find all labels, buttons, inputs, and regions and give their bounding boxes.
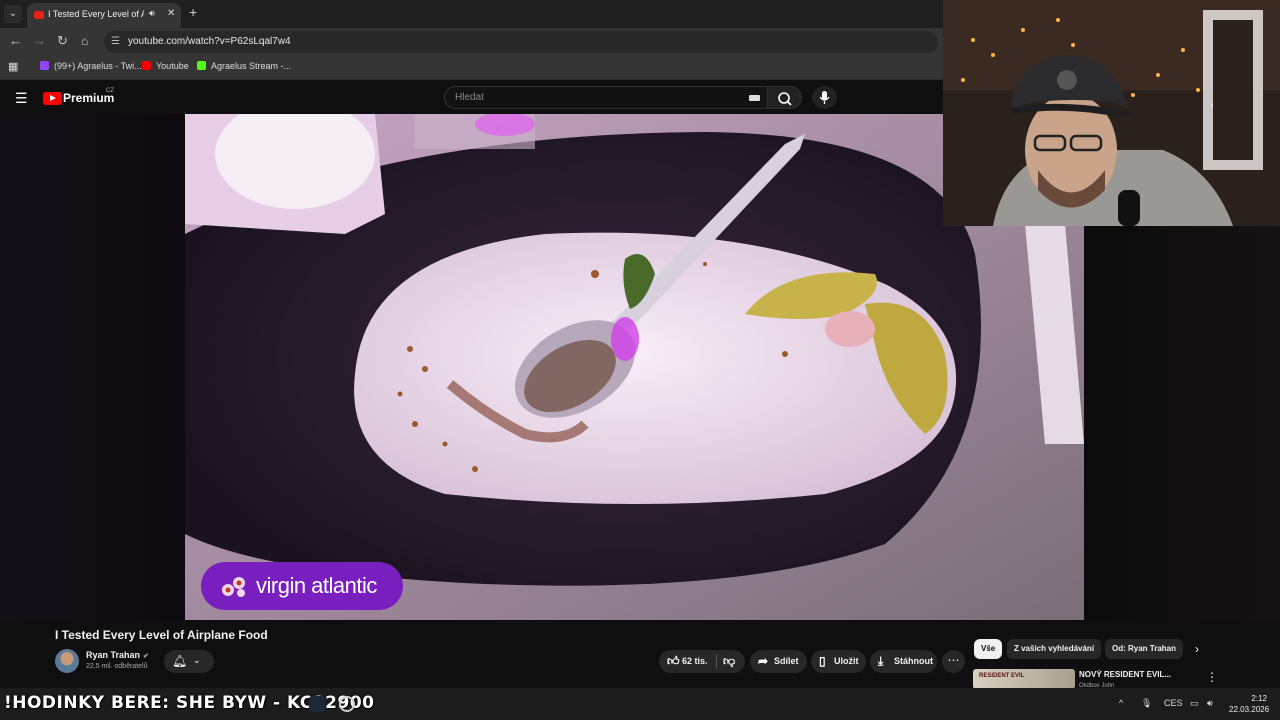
youtube-logo-icon[interactable]: [43, 92, 62, 105]
chip-all[interactable]: Vše: [974, 639, 1003, 659]
channel-name[interactable]: Ryan Trahan ✔: [86, 650, 149, 660]
virgin-atlantic-badge: virgin atlantic: [201, 562, 403, 610]
apps-grid-icon[interactable]: ▦: [8, 60, 18, 73]
forward-arrow-icon[interactable]: →: [33, 34, 46, 48]
search-input[interactable]: Hledat: [444, 86, 768, 109]
url-text[interactable]: youtube.com/watch?v=P62sLqal7w4: [128, 36, 291, 47]
chevron-right-icon[interactable]: ›: [1195, 642, 1199, 656]
divider: [716, 654, 717, 669]
tab-title: I Tested Every Level of Airpl: [48, 9, 144, 19]
youtube-favicon-icon: [34, 11, 44, 19]
browser-tab[interactable]: I Tested Every Level of Airpl 🔊︎ ✕: [27, 3, 181, 28]
keyboard-icon[interactable]: [749, 95, 760, 101]
more-vertical-icon[interactable]: ⋮: [1206, 670, 1218, 684]
like-button[interactable]: 👍︎ 62 tis. 👎︎: [659, 650, 745, 673]
speaker-icon[interactable]: 🔊︎: [149, 8, 155, 19]
share-label: Sdílet: [774, 656, 799, 666]
youtube-icon: [142, 61, 151, 70]
thumbs-up-icon: 👍︎: [667, 654, 680, 668]
address-bar[interactable]: ☰ youtube.com/watch?v=P62sLqal7w4: [104, 31, 938, 53]
download-button[interactable]: ⤓ Stáhnout: [870, 650, 937, 673]
steam-icon[interactable]: [309, 696, 325, 712]
microphone-tray-icon[interactable]: 🎙︎: [1141, 698, 1152, 709]
search-placeholder: Hledat: [455, 92, 484, 103]
language-indicator[interactable]: CES: [1164, 698, 1183, 708]
region-code: CZ: [106, 88, 114, 94]
bell-icon: 🔔︎: [172, 654, 188, 668]
tray-chevron-up-icon[interactable]: ^: [1119, 698, 1123, 708]
app-icon[interactable]: [339, 696, 355, 712]
voice-search-button[interactable]: [812, 86, 837, 109]
close-icon[interactable]: ✕: [167, 8, 175, 19]
search-button[interactable]: [768, 86, 802, 109]
bookmark-icon: ▯: [819, 654, 826, 668]
thumbnail-text: RESIDENT EVIL: [979, 673, 1025, 679]
dislike-button[interactable]: 👎︎: [723, 654, 735, 669]
brand-overlay-text: virgin atlantic: [256, 573, 377, 598]
chevron-down-icon: ⌄: [193, 655, 201, 665]
reload-icon[interactable]: ↻: [57, 34, 68, 48]
notification-bell-button[interactable]: 🔔︎ ⌄: [164, 650, 214, 673]
home-icon[interactable]: ⌂: [81, 34, 88, 48]
share-button[interactable]: ➦ Sdílet: [750, 650, 807, 673]
like-count: 62 tis.: [682, 656, 708, 666]
youtube-masthead: ☰ Premium CZ Hledat: [0, 81, 944, 114]
save-label: Uložit: [834, 656, 859, 666]
clock-time: 2:12: [1251, 694, 1267, 703]
save-button[interactable]: ▯ Uložit: [811, 650, 866, 673]
volume-icon[interactable]: 🔊︎: [1207, 698, 1213, 709]
new-tab-icon[interactable]: +: [189, 5, 197, 19]
chip-from-channel[interactable]: Od: Ryan Trahan: [1105, 639, 1184, 659]
webcam-image: [943, 0, 1280, 226]
download-label: Stáhnout: [894, 656, 933, 666]
site-settings-icon[interactable]: ☰: [111, 36, 120, 47]
bookmark-twitch[interactable]: (99+) Agraelus - Twi...: [40, 61, 142, 71]
subscriber-count: 22,5 mil. odběratelů: [86, 663, 148, 670]
clock-date: 22.03.2026: [1229, 705, 1270, 714]
bookmark-kick[interactable]: Agraelus Stream -...: [197, 61, 291, 71]
download-icon: ⤓: [878, 654, 884, 668]
bookmark-label: (99+) Agraelus - Twi...: [54, 61, 142, 71]
search-icon: [778, 92, 792, 106]
recommendation-title[interactable]: NOVÝ RESIDENT EVIL...: [1079, 670, 1171, 679]
twitch-icon: [40, 61, 49, 70]
kick-icon: [197, 61, 206, 70]
bookmark-youtube[interactable]: Youtube: [142, 61, 189, 71]
channel-avatar[interactable]: [55, 649, 79, 673]
bookmark-label: Youtube: [156, 61, 189, 71]
browser-toolbar: ← → ↻ ⌂ ☰ youtube.com/watch?v=P62sLqal7w…: [0, 28, 944, 56]
network-icon[interactable]: ▭: [1190, 698, 1199, 709]
video-title: I Tested Every Level of Airplane Food: [55, 628, 268, 642]
system-clock[interactable]: 2:12 22.03.2026: [1229, 693, 1270, 715]
bookmark-label: Agraelus Stream -...: [211, 61, 292, 71]
browser-tab-bar: ⌄ I Tested Every Level of Airpl 🔊︎ ✕ +: [0, 0, 944, 28]
more-actions-icon[interactable]: ⋯: [942, 650, 965, 673]
bookmarks-bar: ▦ (99+) Agraelus - Twi... Youtube Agrael…: [0, 56, 944, 80]
recommendation-thumbnail[interactable]: RESIDENT EVIL: [973, 669, 1075, 689]
back-arrow-icon[interactable]: ←: [9, 34, 22, 48]
chip-from-searches[interactable]: Z vašich vyhledávání: [1007, 639, 1102, 659]
menu-icon[interactable]: ☰: [15, 90, 28, 107]
microphone-icon: [819, 91, 830, 104]
channel-name-text[interactable]: Ryan Trahan: [86, 650, 140, 660]
share-icon: ➦: [758, 654, 769, 668]
streamer-webcam: [943, 0, 1280, 226]
virgin-atlantic-logo-icon: [222, 577, 245, 597]
tab-search-icon[interactable]: ⌄: [4, 5, 22, 23]
verified-icon: ✔: [143, 653, 149, 660]
